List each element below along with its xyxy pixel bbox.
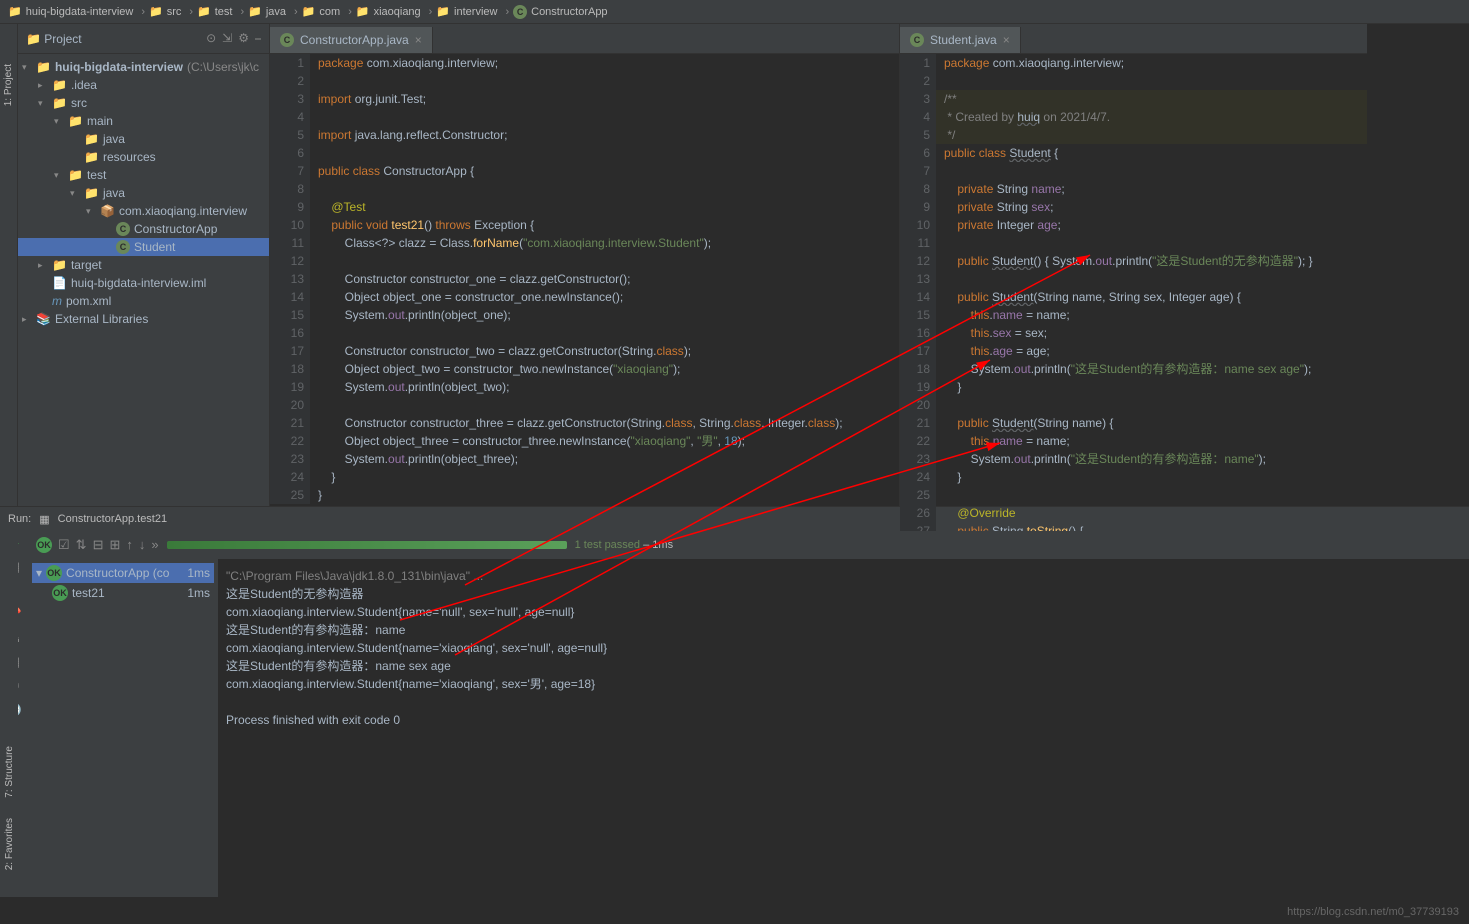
tree-external[interactable]: ▸📚External Libraries: [18, 310, 269, 328]
tree-item[interactable]: CConstructorApp: [18, 220, 269, 238]
project-panel: 📁 Project ⊙ ⇲ ⚙ ⎯ ▾📁huiq-bigdata-intervi…: [18, 24, 270, 506]
run-config-name: ConstructorApp.test21: [58, 513, 167, 525]
breadcrumb-item[interactable]: CConstructorApp: [513, 5, 615, 19]
watermark: https://blog.csdn.net/m0_37739193: [1287, 906, 1459, 918]
console-output[interactable]: "C:\Program Files\Java\jdk1.8.0_131\bin\…: [218, 559, 1469, 897]
test-root[interactable]: ▾OKConstructorApp (co1ms: [32, 563, 214, 583]
tree-item[interactable]: ▾📁main: [18, 112, 269, 130]
test-tree: ▾OKConstructorApp (co1ms OKtest211ms: [28, 559, 218, 897]
class-icon: C: [910, 33, 924, 47]
breadcrumb-item[interactable]: 📁huiq-bigdata-interview: [8, 5, 145, 18]
breadcrumb: 📁huiq-bigdata-interview 📁src 📁test 📁java…: [0, 0, 1469, 24]
more-icon[interactable]: »: [151, 537, 158, 553]
tree-item[interactable]: ▾📁src: [18, 94, 269, 112]
expand-icon[interactable]: ⇲: [222, 31, 232, 46]
gear-icon[interactable]: ⚙: [238, 31, 249, 46]
expand-icon[interactable]: ⊞: [109, 537, 120, 553]
tree-item[interactable]: ▾📁java: [18, 184, 269, 202]
tree-item[interactable]: ▾📁test: [18, 166, 269, 184]
tree-root[interactable]: ▾📁huiq-bigdata-interview (C:\Users\jk\c: [18, 58, 269, 76]
breadcrumb-item[interactable]: 📁com: [302, 5, 352, 18]
tree-item[interactable]: ▾📦com.xiaoqiang.interview: [18, 202, 269, 220]
breadcrumb-item[interactable]: 📁java: [248, 5, 298, 18]
editor-tab-left[interactable]: CConstructorApp.java×: [270, 27, 433, 53]
class-icon: C: [513, 5, 527, 19]
run-label: Run:: [8, 513, 31, 525]
breadcrumb-item[interactable]: 📁xiaoqiang: [356, 5, 432, 18]
breadcrumb-item[interactable]: 📁src: [149, 5, 193, 18]
editor-tab-right[interactable]: CStudent.java×: [900, 27, 1021, 53]
close-icon[interactable]: ×: [1003, 33, 1010, 47]
sidebar-structure-tab[interactable]: 7: Structure: [4, 746, 15, 798]
target-icon[interactable]: ⊙: [206, 31, 216, 46]
tree-item[interactable]: ▸📁.idea: [18, 76, 269, 94]
test-pass-text: 1 test passed – 1ms: [575, 539, 673, 551]
editor-right: CStudent.java× 1package com.xiaoqiang.in…: [900, 24, 1367, 506]
prev-icon[interactable]: ↑: [126, 537, 133, 553]
close-icon[interactable]: ×: [415, 33, 422, 47]
ok-icon[interactable]: OK: [36, 537, 52, 553]
breadcrumb-item[interactable]: 📁interview: [436, 5, 509, 18]
hide-icon[interactable]: ⎯: [255, 31, 261, 46]
left-sidebar: 1: Project: [0, 24, 18, 506]
sidebar-favorites-tab[interactable]: 2: Favorites: [4, 818, 15, 870]
tree-item[interactable]: CStudent: [18, 238, 269, 256]
project-tree: ▾📁huiq-bigdata-interview (C:\Users\jk\c …: [18, 54, 269, 332]
tree-item[interactable]: 📁resources: [18, 148, 269, 166]
tree-item[interactable]: ▸📁target: [18, 256, 269, 274]
class-icon: C: [280, 33, 294, 47]
panel-title: 📁 Project: [26, 32, 82, 46]
tree-item[interactable]: 📁java: [18, 130, 269, 148]
breadcrumb-item[interactable]: 📁test: [197, 5, 244, 18]
editor-left: CConstructorApp.java× 1package com.xiaoq…: [270, 24, 900, 506]
test-child[interactable]: OKtest211ms: [32, 583, 214, 603]
show-passed-icon[interactable]: ☑: [58, 537, 70, 553]
collapse-icon[interactable]: ⊟: [93, 537, 104, 553]
sidebar-project-tab[interactable]: 1: Project: [3, 64, 14, 106]
left-sidebar-bottom: 7: Structure 2: Favorites: [0, 530, 18, 890]
progress-bar: [167, 541, 567, 549]
run-panel: Run: ▦ ConstructorApp.test21 ▶ ▦ ■ 📌 ⏏ ▦…: [0, 506, 1469, 896]
tree-item[interactable]: mpom.xml: [18, 292, 269, 310]
next-icon[interactable]: ↓: [139, 537, 146, 553]
sort-icon[interactable]: ⇅: [76, 537, 87, 553]
tree-item[interactable]: 📄huiq-bigdata-interview.iml: [18, 274, 269, 292]
code-editor-left[interactable]: 1package com.xiaoqiang.interview;23impor…: [270, 54, 899, 504]
run-config-icon: ▦: [39, 513, 49, 526]
